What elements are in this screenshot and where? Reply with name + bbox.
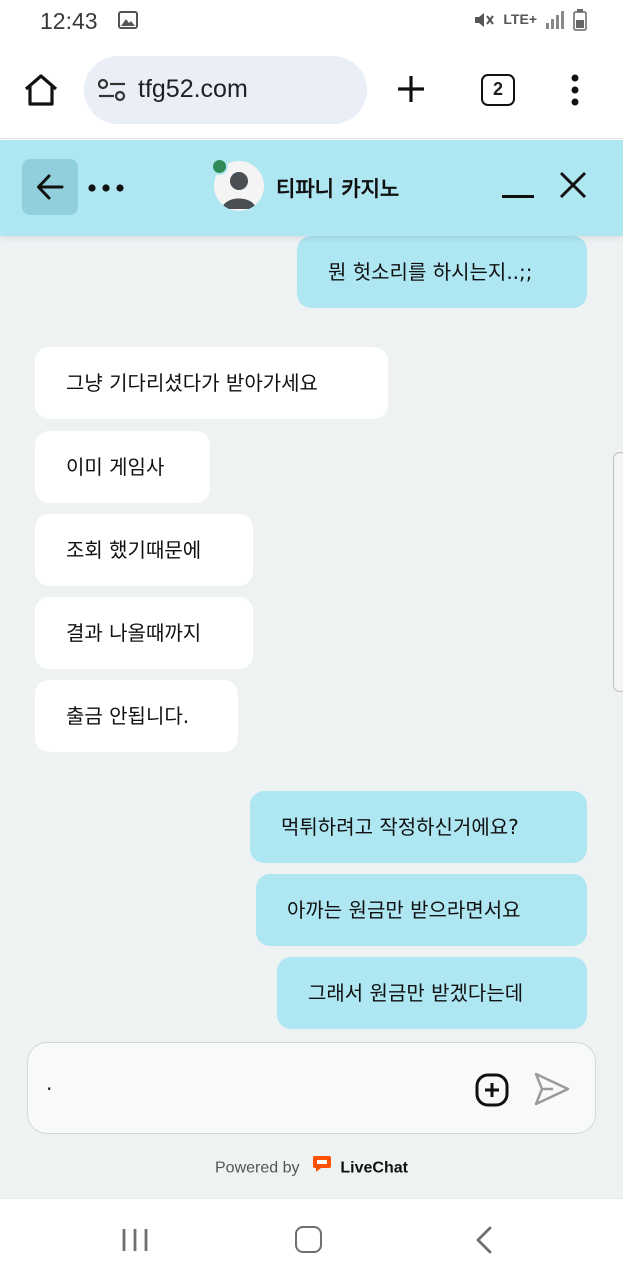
attach-plus-icon[interactable] <box>475 1073 509 1107</box>
recent-apps-icon[interactable] <box>121 1227 149 1257</box>
message-composer[interactable]: . <box>27 1042 596 1134</box>
minimize-icon[interactable] <box>500 170 536 206</box>
address-bar[interactable]: tfg52.com <box>84 56 367 124</box>
image-icon <box>118 11 138 33</box>
status-bar: 12:43 LTE+ <box>0 0 623 44</box>
visitor-message: 뭔 헛소리를 하시는지..;; <box>297 236 587 308</box>
close-icon[interactable] <box>557 169 589 205</box>
agent-message: 이미 게임사 <box>35 431 210 503</box>
network-type: LTE+ <box>503 11 537 27</box>
system-nav-bar <box>0 1198 623 1280</box>
livechat-logo-icon <box>312 1154 332 1179</box>
agent-message: 출금 안됩니다. <box>35 680 238 752</box>
powered-by-footer[interactable]: Powered by LiveChat <box>0 1156 623 1181</box>
new-tab-icon[interactable] <box>396 74 426 108</box>
home-icon[interactable] <box>22 72 60 112</box>
visitor-message: 아까는 원금만 받으라면서요 <box>256 874 587 946</box>
scrollbar-handle[interactable] <box>613 452 623 692</box>
visitor-message: 그래서 원금만 받겠다는데 <box>277 957 587 1029</box>
signal-icon <box>545 11 565 33</box>
status-time: 12:43 <box>40 8 98 34</box>
agent-name: 티파니 카지노 <box>276 177 400 201</box>
status-icons: LTE+ <box>473 9 587 35</box>
more-icon[interactable] <box>86 168 128 208</box>
menu-icon[interactable] <box>570 74 580 110</box>
chat-header: 티파니 카지노 <box>0 140 623 236</box>
chat-messages[interactable]: 뭔 헛소리를 하시는지..;; 그냥 기다리셨다가 받아가세요 이미 게임사 조… <box>0 236 623 1198</box>
browser-toolbar: tfg52.com 2 <box>0 44 623 139</box>
battery-icon <box>573 9 587 35</box>
agent-message: 그냥 기다리셨다가 받아가세요 <box>35 347 388 419</box>
mute-icon <box>473 10 495 34</box>
system-home-icon[interactable] <box>295 1226 322 1253</box>
agent-message: 결과 나올때까지 <box>35 597 253 669</box>
visitor-message: 먹튀하려고 작정하신거에요? <box>250 791 587 863</box>
url-text[interactable]: tfg52.com <box>138 75 248 104</box>
send-icon[interactable] <box>533 1071 571 1107</box>
message-input[interactable]: . <box>46 1071 52 1095</box>
powered-by-label: Powered by <box>215 1159 300 1177</box>
online-status-indicator <box>211 158 228 175</box>
agent-message: 조회 했기때문에 <box>35 514 253 586</box>
back-arrow-icon[interactable] <box>22 159 78 215</box>
tabs-icon[interactable]: 2 <box>481 74 515 106</box>
system-back-icon[interactable] <box>474 1226 494 1258</box>
livechat-brand: LiveChat <box>340 1159 408 1177</box>
site-settings-icon[interactable] <box>97 78 126 106</box>
